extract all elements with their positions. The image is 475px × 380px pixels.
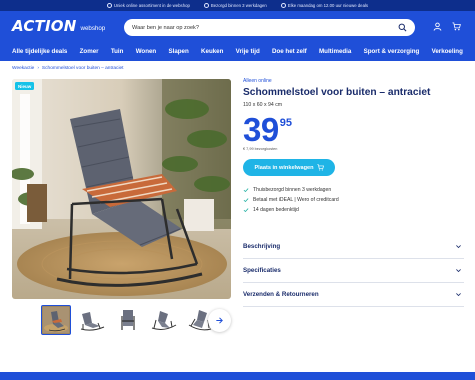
action-logo[interactable]: ACTION webshop: [12, 17, 105, 35]
breadcrumb-root[interactable]: Weekactie: [12, 66, 34, 71]
check-icon: [106, 3, 112, 8]
chair-thumbnail: [121, 310, 135, 330]
product-info: Alleen online Schommelstoel voor buiten …: [243, 78, 464, 215]
price: 39 95: [243, 111, 464, 148]
search-input[interactable]: Waar ben je naar op zoek?: [124, 19, 415, 36]
cart-icon: [316, 164, 324, 171]
add-to-cart-button[interactable]: Plaats in winkelwagen: [243, 159, 335, 176]
delivery-cost-note: € 7,99 bezorgkosten: [243, 147, 278, 151]
check-icon: [243, 208, 249, 213]
breadcrumb-separator: ›: [37, 66, 39, 71]
account-icon[interactable]: [433, 22, 442, 31]
check-icon: [243, 188, 249, 193]
product-dimensions: 110 x 60 x 94 cm: [243, 102, 283, 108]
next-image-button[interactable]: [208, 309, 231, 332]
nav-item-zomer[interactable]: Zomer: [80, 48, 99, 55]
usp-text: 14 dagen bedenktijd: [253, 207, 299, 213]
new-badge: Nieuw: [15, 82, 35, 90]
accordion-specifications[interactable]: Specificaties: [243, 259, 464, 283]
breadcrumb: Weekactie › Schommelstoel voor buiten – …: [12, 66, 124, 71]
thumbnail-4[interactable]: [149, 305, 179, 335]
search-icon[interactable]: [398, 23, 407, 32]
chevron-down-icon: [456, 245, 461, 249]
accordion-description[interactable]: Beschrijving: [243, 235, 464, 259]
product-main-image[interactable]: Nieuw: [12, 79, 231, 299]
usp-item: Uniek online assortiment in de webshop: [106, 3, 190, 8]
check-icon: [243, 198, 249, 203]
chevron-down-icon: [456, 269, 461, 273]
chair-thumbnail: [80, 312, 105, 331]
product-usps: Thuisbezorgd binnen 3 werkdagen Betaal m…: [243, 185, 464, 215]
price-decimal: 95: [279, 117, 292, 129]
thumbnail-strip: [41, 305, 215, 335]
usp-item: Bezorgd binnen 3 werkdagen: [203, 3, 267, 8]
accordion-shipping-returns[interactable]: Verzenden & Retourneren: [243, 283, 464, 307]
chair-thumbnail: [43, 307, 69, 333]
check-icon: [203, 3, 209, 8]
usp-text: Uniek online assortiment in de webshop: [113, 3, 190, 8]
main-navigation: Alle tijdelijke deals Zomer Tuin Wonen S…: [0, 41, 475, 61]
usp-row: Thuisbezorgd binnen 3 werkdagen: [243, 185, 464, 195]
nav-item-doe-het-zelf[interactable]: Doe het zelf: [272, 48, 307, 55]
nav-item-verkoeling[interactable]: Verkoeling: [432, 48, 463, 55]
nav-item-deals[interactable]: Alle tijdelijke deals: [12, 48, 67, 55]
breadcrumb-current: Schommelstoel voor buiten – antraciet: [41, 66, 124, 71]
usp-text: Thuisbezorgd binnen 3 werkdagen: [253, 187, 332, 193]
footer-bar: [0, 372, 475, 380]
nav-item-multimedia[interactable]: Multimedia: [319, 48, 351, 55]
nav-item-sport[interactable]: Sport & verzorging: [364, 48, 420, 55]
price-integer: 39: [243, 111, 279, 148]
nav-item-tuin[interactable]: Tuin: [111, 48, 124, 55]
logo-text: ACTION: [12, 17, 77, 35]
chair-thumbnail: [151, 311, 177, 330]
usp-text: Bezorgd binnen 3 werkdagen: [210, 3, 267, 8]
site-header: ACTION webshop Waar ben je naar op zoek?: [0, 11, 475, 41]
availability-label: Alleen online: [243, 78, 272, 84]
thumbnail-1[interactable]: [41, 305, 71, 335]
usp-text: Elke maandag om 12.00 uur nieuwe deals: [287, 3, 369, 8]
usp-item: Elke maandag om 12.00 uur nieuwe deals: [280, 3, 369, 8]
add-to-cart-label: Plaats in winkelwagen: [254, 164, 314, 171]
usp-row: Betaal met iDEAL | Wero of creditcard: [243, 195, 464, 205]
accordion-label: Verzenden & Retourneren: [243, 291, 319, 298]
usp-text: Betaal met iDEAL | Wero of creditcard: [253, 197, 339, 203]
cart-icon[interactable]: [452, 22, 461, 31]
nav-item-vrije-tijd[interactable]: Vrije tijd: [236, 48, 260, 55]
arrow-right-icon: [216, 317, 223, 324]
thumbnail-3[interactable]: [113, 305, 143, 335]
nav-item-keuken[interactable]: Keuken: [201, 48, 223, 55]
check-icon: [280, 3, 286, 8]
logo-subtext: webshop: [80, 25, 106, 32]
search-placeholder: Waar ben je naar op zoek?: [132, 24, 199, 31]
accordion-label: Specificaties: [243, 267, 281, 274]
usp-row: 14 dagen bedenktijd: [243, 205, 464, 215]
accordion-label: Beschrijving: [243, 243, 281, 250]
nav-item-wonen[interactable]: Wonen: [136, 48, 157, 55]
chevron-down-icon: [456, 293, 461, 297]
usp-topbar: Uniek online assortiment in de webshop B…: [0, 0, 475, 11]
nav-item-slapen[interactable]: Slapen: [168, 48, 188, 55]
rocking-chair-photo: [12, 79, 231, 299]
product-title: Schommelstoel voor buiten – antraciet: [243, 87, 431, 98]
thumbnail-2[interactable]: [77, 305, 107, 335]
